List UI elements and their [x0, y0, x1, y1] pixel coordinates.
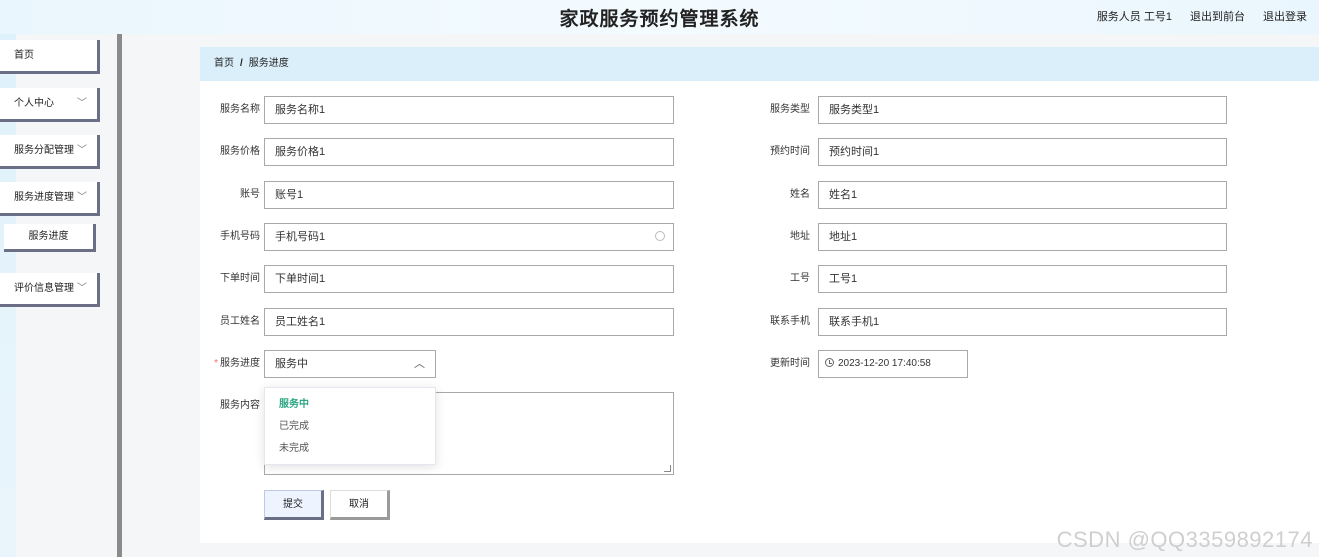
logout-link[interactable]: 退出登录: [1263, 8, 1307, 24]
user-role-label: 服务人员 工号1: [1096, 11, 1172, 23]
name-input[interactable]: 姓名1: [818, 181, 1227, 209]
booking-time-label: 预约时间: [770, 146, 810, 157]
order-time-label: 下单时间: [220, 273, 260, 284]
phone-label: 手机号码: [220, 231, 260, 242]
chevron-down-icon: ﹀: [77, 145, 87, 156]
service-name-label: 服务名称: [220, 104, 260, 115]
top-header: 家政服务预约管理系统 服务人员 工号1 退出到前台 退出登录: [0, 0, 1319, 34]
submit-button[interactable]: 提交: [264, 490, 324, 520]
name-label: 姓名: [790, 189, 810, 200]
progress-option[interactable]: 已完成: [265, 416, 435, 438]
update-time-label: 更新时间: [770, 358, 810, 369]
chevron-down-icon: ﹀: [77, 192, 87, 203]
sidebar-item-label: 个人中心: [14, 98, 54, 109]
required-mark: *: [214, 358, 218, 369]
staff-name-label: 员工姓名: [220, 316, 260, 327]
breadcrumb-current: 服务进度: [248, 58, 289, 69]
content-label: 服务内容: [220, 400, 260, 411]
sidebar-item-label: 评价信息管理: [14, 283, 74, 294]
sidebar-item-service-progress-mgmt[interactable]: 服务进度管理 ﹀: [0, 182, 100, 216]
update-time-value: 2023-12-20 17:40:58: [838, 358, 931, 369]
clear-icon[interactable]: [655, 231, 665, 241]
clock-icon: [825, 358, 834, 367]
account-input[interactable]: 账号1: [264, 181, 674, 209]
sidebar-subitem-service-progress[interactable]: 服务进度: [4, 224, 96, 252]
breadcrumb: 首页 / 服务进度: [200, 47, 1319, 81]
progress-dropdown: 服务中 已完成 未完成: [264, 387, 436, 465]
staff-no-label: 工号: [790, 273, 810, 284]
breadcrumb-home[interactable]: 首页: [214, 58, 234, 69]
sidebar-item-label: 服务进度管理: [14, 192, 74, 203]
staff-no-input[interactable]: 工号1: [818, 265, 1227, 293]
cancel-button[interactable]: 取消: [330, 490, 390, 520]
progress-select-value: 服务中: [275, 358, 308, 370]
header-actions: 服务人员 工号1 退出到前台 退出登录: [1097, 8, 1307, 24]
account-label: 账号: [240, 189, 260, 200]
order-time-input[interactable]: 下单时间1: [264, 265, 674, 293]
progress-label: * 服务进度: [200, 351, 260, 377]
main-panel: 首页 / 服务进度 服务名称 服务名称1 服务价格 服务价格1 账号 账号1 手机号…: [200, 47, 1319, 543]
progress-label-text: 服务进度: [220, 358, 260, 369]
chevron-down-icon: ﹀: [77, 283, 87, 294]
progress-option[interactable]: 未完成: [265, 438, 435, 460]
service-price-label: 服务价格: [220, 146, 260, 157]
service-name-input[interactable]: 服务名称1: [264, 96, 674, 124]
address-label: 地址: [790, 231, 810, 242]
sidebar-item-label: 服务分配管理: [14, 145, 74, 156]
update-time-input[interactable]: 2023-12-20 17:40:58: [818, 350, 968, 378]
address-input[interactable]: 地址1: [818, 223, 1227, 251]
resize-handle-icon[interactable]: [664, 465, 671, 472]
chevron-down-icon: ﹀: [77, 98, 87, 109]
sidebar-item-service-assignment[interactable]: 服务分配管理 ﹀: [0, 135, 100, 169]
sidebar-item-home[interactable]: 首页: [0, 40, 100, 74]
staff-name-input[interactable]: 员工姓名1: [264, 308, 674, 336]
exit-to-front-link[interactable]: 退出到前台: [1190, 8, 1245, 24]
service-type-label: 服务类型: [770, 104, 810, 115]
sidebar-item-personal-center[interactable]: 个人中心 ﹀: [0, 88, 100, 122]
watermark: CSDN @QQ3359892174: [1056, 527, 1313, 552]
progress-select[interactable]: 服务中 ︿: [264, 350, 436, 378]
progress-option[interactable]: 服务中: [265, 394, 435, 416]
service-price-input[interactable]: 服务价格1: [264, 138, 674, 166]
service-type-input[interactable]: 服务类型1: [818, 96, 1227, 124]
phone-value: 手机号码1: [275, 231, 326, 243]
chevron-up-icon: ︿: [414, 358, 425, 370]
sidebar-item-label: 首页: [14, 50, 34, 61]
breadcrumb-separator: /: [240, 58, 243, 69]
sidebar-divider: [117, 34, 122, 557]
contact-phone-label: 联系手机: [770, 316, 810, 327]
contact-phone-input[interactable]: 联系手机1: [818, 308, 1227, 336]
phone-input[interactable]: 手机号码1: [264, 223, 674, 251]
booking-time-input[interactable]: 预约时间1: [818, 138, 1227, 166]
sidebar-item-review-mgmt[interactable]: 评价信息管理 ﹀: [0, 273, 100, 307]
